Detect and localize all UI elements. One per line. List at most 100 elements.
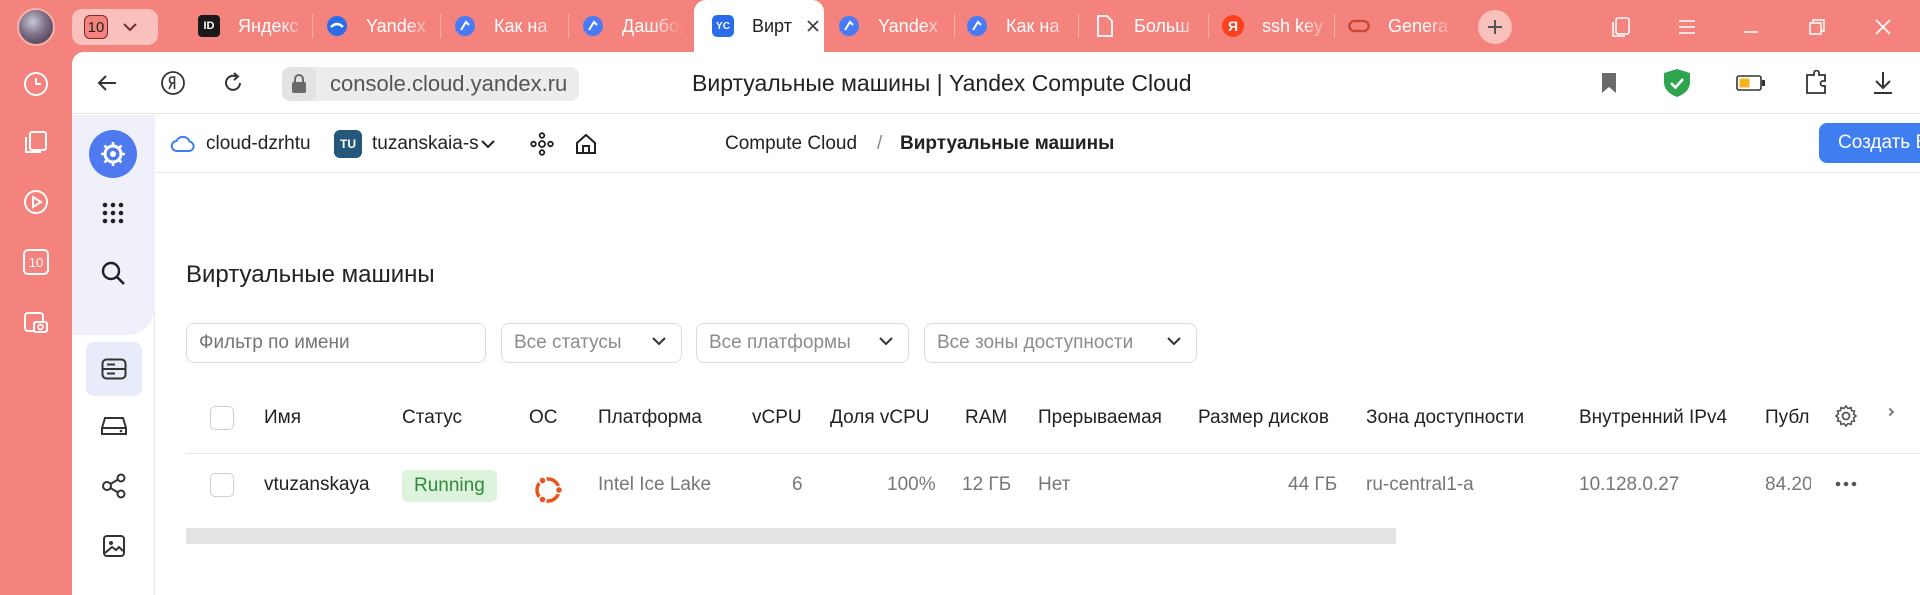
row-checkbox[interactable] xyxy=(210,473,234,497)
chevron-down-icon xyxy=(652,337,666,346)
disk-icon xyxy=(101,417,127,435)
column-header-public-ip[interactable]: Публ xyxy=(1765,407,1811,429)
column-header-ram[interactable]: RAM xyxy=(965,407,1007,429)
battery-saver-button[interactable] xyxy=(1736,68,1766,98)
browser-tab[interactable]: Как на xyxy=(966,0,1076,52)
search-button[interactable] xyxy=(89,249,137,297)
media-button[interactable] xyxy=(20,186,52,218)
breadcrumb-cloud[interactable]: cloud-dzrhtu xyxy=(170,115,311,173)
column-header-zone[interactable]: Зона доступности xyxy=(1366,407,1524,429)
platform-filter-value: Все платформы xyxy=(709,332,851,353)
platform-filter-select[interactable]: Все платформы xyxy=(696,323,909,363)
nav-disks[interactable] xyxy=(86,399,142,453)
breadcrumb: cloud-dzrhtu TU tuzanskaia-s Compute Clo… xyxy=(156,115,1920,173)
column-header-disk-size[interactable]: Размер дисков xyxy=(1198,407,1329,429)
browser-tab[interactable]: Я ssh key xyxy=(1222,0,1332,52)
scroll-columns-right-icon[interactable] xyxy=(1885,407,1895,417)
zone-filter-select[interactable]: Все зоны доступности xyxy=(924,323,1197,363)
browser-tab[interactable]: Больш xyxy=(1094,0,1206,52)
vm-internal-ipv4: 10.128.0.27 xyxy=(1579,474,1680,495)
image-icon xyxy=(103,535,125,557)
column-header-status[interactable]: Статус xyxy=(402,407,462,429)
stack-icon xyxy=(25,131,47,153)
screenshot-button[interactable] xyxy=(20,306,52,338)
all-services-button[interactable] xyxy=(89,189,137,237)
browser-tab[interactable]: Yandex xyxy=(838,0,952,52)
reload-button[interactable] xyxy=(218,68,248,98)
history-button[interactable] xyxy=(20,68,52,100)
protect-button[interactable] xyxy=(1662,68,1692,98)
tab-count-rail-button[interactable]: 10 xyxy=(20,246,52,278)
search-icon xyxy=(101,261,125,285)
browser-tab[interactable]: Genera xyxy=(1348,0,1456,52)
column-header-os[interactable]: ОС xyxy=(529,407,558,429)
chevron-down-icon xyxy=(879,337,893,346)
back-button[interactable] xyxy=(92,68,122,98)
column-header-platform[interactable]: Платформа xyxy=(598,407,702,429)
name-filter-input[interactable] xyxy=(186,323,486,363)
breadcrumb-folder[interactable]: TU tuzanskaia-s xyxy=(334,115,479,173)
new-tab-button[interactable] xyxy=(1478,10,1512,44)
row-actions-button[interactable] xyxy=(1834,480,1858,488)
column-header-internal-ipv4[interactable]: Внутренний IPv4 xyxy=(1579,407,1727,429)
menu-button[interactable] xyxy=(1674,14,1700,40)
close-window-button[interactable] xyxy=(1870,14,1896,40)
column-header-name[interactable]: Имя xyxy=(264,407,301,429)
browser-tab[interactable]: Yandex xyxy=(326,0,436,52)
downloads-button[interactable] xyxy=(1868,68,1898,98)
bookmark-button[interactable] xyxy=(1594,68,1624,98)
folder-switcher[interactable] xyxy=(480,115,496,173)
console-aside-nav xyxy=(72,115,155,595)
yandex-logo-icon xyxy=(161,71,185,95)
ubuntu-icon xyxy=(530,472,566,508)
table-settings-button[interactable] xyxy=(1834,404,1858,428)
yandex-home-button[interactable] xyxy=(158,68,188,98)
select-all-checkbox[interactable] xyxy=(210,406,234,430)
column-header-vcpu[interactable]: vCPU xyxy=(752,407,802,429)
breadcrumb-service[interactable]: Compute Cloud xyxy=(725,115,857,173)
url-text: console.cloud.yandex.ru xyxy=(330,71,568,96)
vm-disk-size: 44 ГБ xyxy=(1288,474,1338,495)
name-filter-field[interactable] xyxy=(187,324,485,362)
column-header-vcpu-share[interactable]: Доля vCPU xyxy=(830,407,930,429)
nav-virtual-machines[interactable] xyxy=(86,342,142,396)
tab-count-rail-icon: 10 xyxy=(23,249,49,275)
folder-badge: TU xyxy=(334,130,362,158)
chevron-down-icon xyxy=(1167,337,1181,346)
browser-tab[interactable]: Дашбор xyxy=(582,0,682,52)
url-field[interactable]: console.cloud.yandex.ru xyxy=(282,67,580,101)
create-vm-button[interactable]: Создать ВМ xyxy=(1819,123,1920,163)
vm-name-link[interactable]: vtuzanskaya xyxy=(264,474,370,496)
chip-icon xyxy=(101,142,125,166)
nav-placement-groups[interactable] xyxy=(86,459,142,513)
service-map-button[interactable] xyxy=(530,115,554,173)
vm-ram: 12 ГБ xyxy=(962,474,1012,495)
hamburger-icon xyxy=(1679,20,1695,34)
browser-tab[interactable]: Как на xyxy=(454,0,564,52)
vm-preemptible: Нет xyxy=(1038,474,1071,495)
status-filter-select[interactable]: Все статусы xyxy=(501,323,682,363)
clock-icon xyxy=(24,72,48,96)
tab-counter-button[interactable]: 10 xyxy=(72,9,158,45)
browser-window: console.cloud.yandex.ru Виртуальные маши… xyxy=(72,52,1920,595)
site-info-button[interactable] xyxy=(282,67,316,101)
breadcrumb-separator: / xyxy=(877,133,883,154)
collections-rail-button[interactable] xyxy=(20,126,52,158)
home-button[interactable] xyxy=(574,115,598,173)
extensions-button[interactable] xyxy=(1802,68,1832,98)
grid-dots-icon xyxy=(102,202,124,224)
nav-images[interactable] xyxy=(86,519,142,573)
horizontal-scrollbar[interactable] xyxy=(186,528,1396,544)
column-header-preemptible[interactable]: Прерываемая xyxy=(1038,407,1162,429)
minimize-button[interactable] xyxy=(1738,14,1764,40)
compute-service-button[interactable] xyxy=(89,130,137,178)
browser-tab-active[interactable]: YC Вирт xyxy=(694,0,824,52)
browser-tab[interactable]: ID Яндекс xyxy=(198,0,310,52)
restore-button[interactable] xyxy=(1804,14,1830,40)
collections-button[interactable] xyxy=(1608,14,1634,40)
id-icon: ID xyxy=(198,15,220,37)
close-tab-icon[interactable] xyxy=(806,19,820,33)
vm-vcpu: 6 xyxy=(792,474,803,495)
profile-avatar[interactable] xyxy=(17,8,55,46)
status-filter-value: Все статусы xyxy=(514,332,622,353)
